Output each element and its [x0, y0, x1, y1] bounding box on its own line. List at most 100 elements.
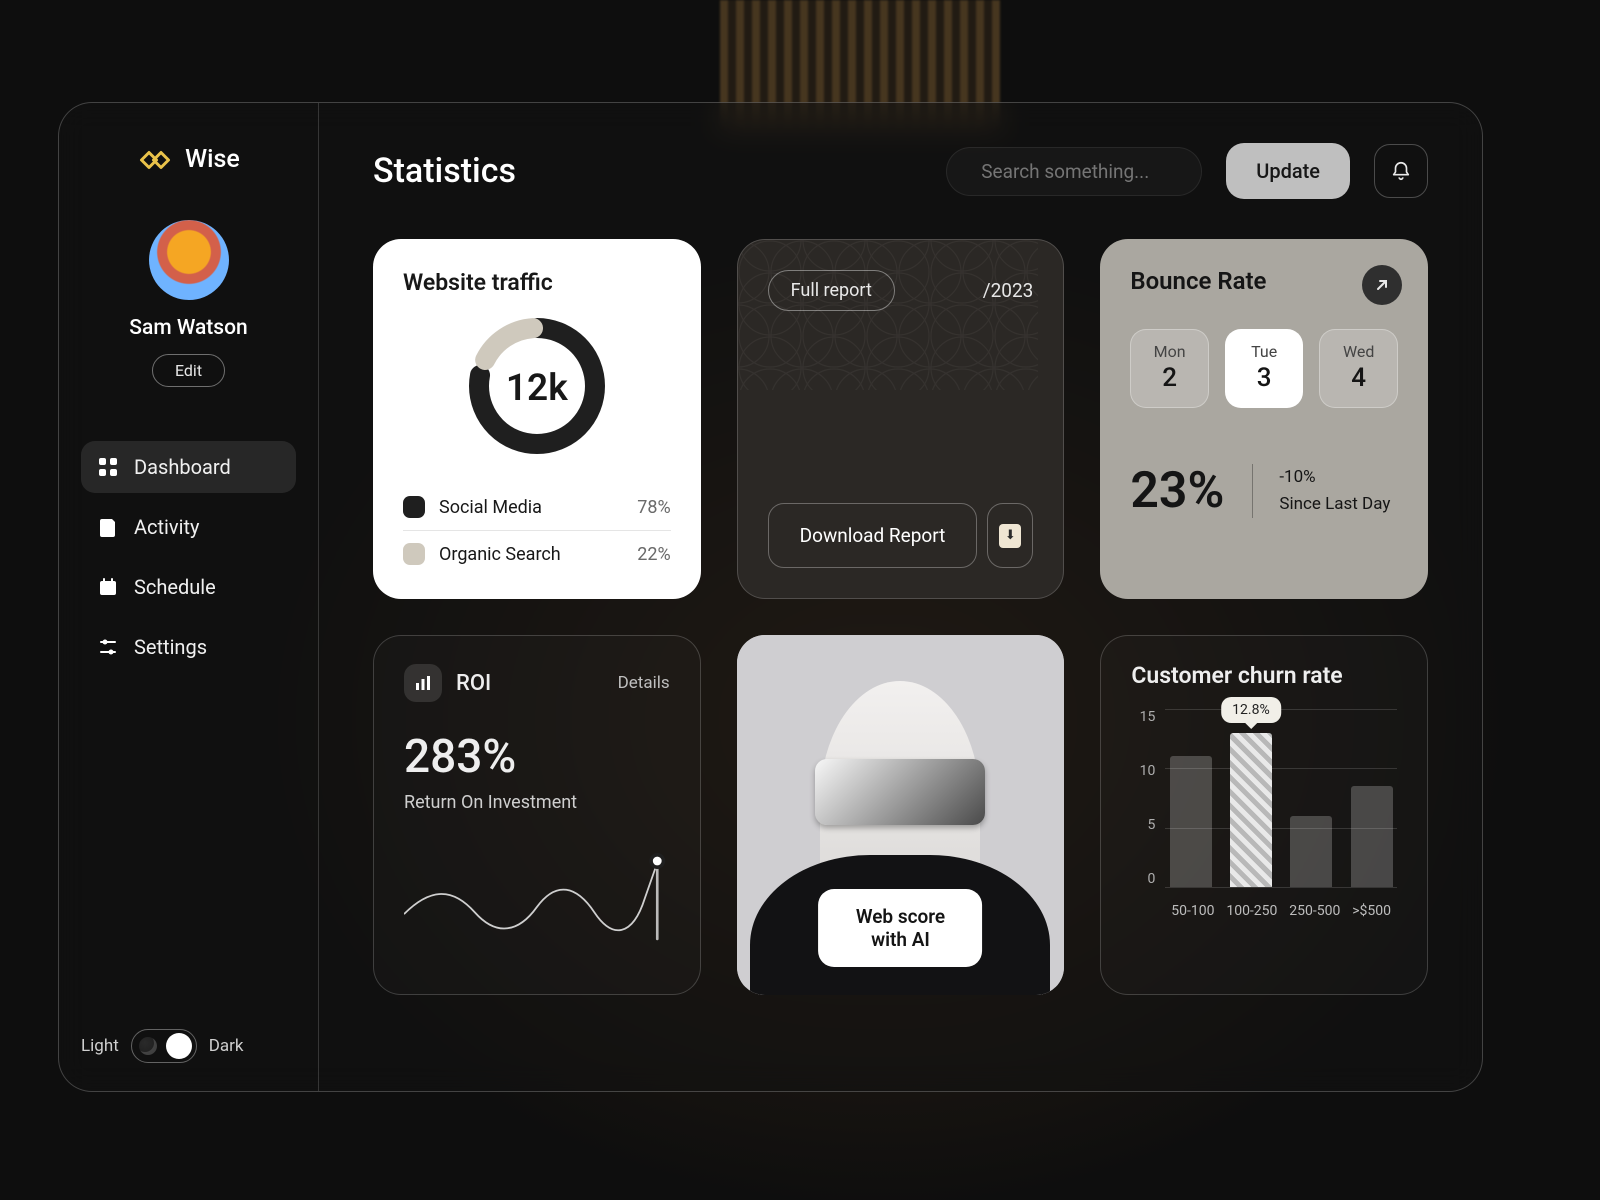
nav-item-settings[interactable]: Settings	[81, 621, 296, 673]
sidebar: Wise Sam Watson Edit Dashboard Activity	[59, 103, 319, 1091]
topbar: Statistics Update	[373, 143, 1428, 199]
traffic-donut: 12k	[457, 306, 617, 470]
bounce-since: Since Last Day	[1279, 491, 1390, 518]
web-score-ai-button[interactable]: Web score with AI	[819, 889, 983, 967]
day-label: Mon	[1131, 342, 1208, 361]
nav-item-dashboard[interactable]: Dashboard	[81, 441, 296, 493]
report-year: /2023	[983, 279, 1034, 302]
nav-label: Schedule	[134, 575, 216, 599]
legend-label: Organic Search	[439, 544, 561, 565]
edit-profile-button[interactable]: Edit	[152, 354, 225, 387]
day-picker: Mon 2 Tue 3 Wed 4	[1130, 329, 1398, 408]
churn-bar[interactable]	[1230, 733, 1272, 887]
churn-bar[interactable]	[1351, 786, 1393, 887]
xtick: >$500	[1352, 903, 1391, 919]
legend-label: Social Media	[439, 497, 542, 518]
card-churn-rate: Customer churn rate 15 10 5 0 12.8%	[1100, 635, 1428, 995]
churn-bar[interactable]	[1290, 816, 1332, 887]
activity-icon	[97, 516, 119, 538]
full-report-pill[interactable]: Full report	[768, 270, 895, 311]
bounce-delta: -10%	[1279, 464, 1390, 491]
theme-dark-label: Dark	[209, 1036, 244, 1056]
card-web-score-ai: Web score with AI	[737, 635, 1065, 995]
bounce-value: 23%	[1130, 462, 1224, 520]
roi-subtitle: Return On Investment	[404, 792, 670, 813]
ai-illustration-visor	[815, 759, 985, 825]
update-button[interactable]: Update	[1226, 143, 1350, 199]
xtick: 50-100	[1171, 903, 1214, 919]
theme-light-label: Light	[81, 1036, 119, 1056]
arrow-up-right-icon	[1374, 277, 1390, 293]
roi-sparkline	[404, 837, 670, 947]
legend-row: Social Media 78%	[403, 484, 671, 530]
day-label: Wed	[1320, 342, 1397, 361]
settings-icon	[97, 636, 119, 658]
legend-value: 78%	[637, 497, 670, 518]
day-option-mon[interactable]: Mon 2	[1130, 329, 1209, 408]
card-website-traffic: Website traffic 12k Social Media 78%	[373, 239, 701, 599]
brand-name: Wise	[185, 145, 240, 174]
logo-icon	[137, 148, 173, 172]
chart-icon	[404, 664, 442, 702]
theme-toggle[interactable]	[131, 1029, 197, 1063]
app-window: Wise Sam Watson Edit Dashboard Activity	[58, 102, 1483, 1092]
day-num: 4	[1320, 363, 1397, 393]
legend-value: 22%	[637, 544, 670, 565]
traffic-title: Website traffic	[403, 269, 671, 296]
nav: Dashboard Activity Schedule Settings	[81, 441, 296, 673]
legend-row: Organic Search 22%	[403, 530, 671, 577]
card-grid: Website traffic 12k Social Media 78%	[373, 239, 1428, 995]
moon-icon	[139, 1037, 157, 1055]
card-roi: ROI Details 283% Return On Investment	[373, 635, 701, 995]
churn-bar[interactable]	[1170, 756, 1212, 887]
notifications-button[interactable]	[1374, 144, 1428, 198]
expand-button[interactable]	[1362, 265, 1402, 305]
churn-y-axis: 15 10 5 0	[1131, 709, 1155, 887]
xtick: 100-250	[1226, 903, 1277, 919]
traffic-legend: Social Media 78% Organic Search 22%	[403, 484, 671, 577]
page-title: Statistics	[373, 151, 516, 191]
swatch-icon	[403, 543, 425, 565]
ytick: 10	[1131, 763, 1155, 779]
traffic-center-value: 12k	[457, 306, 617, 470]
download-icon-button[interactable]: ⬇	[987, 503, 1033, 568]
nav-label: Activity	[134, 515, 199, 539]
day-num: 3	[1226, 363, 1303, 393]
theme-switch: Light Dark	[81, 1029, 296, 1063]
avatar[interactable]	[149, 220, 229, 300]
xtick: 250-500	[1289, 903, 1340, 919]
download-icon: ⬇	[999, 524, 1021, 548]
ytick: 0	[1131, 871, 1155, 887]
roi-details-link[interactable]: Details	[618, 673, 670, 693]
churn-title: Customer churn rate	[1131, 662, 1397, 689]
day-label: Tue	[1226, 342, 1303, 361]
bounce-title: Bounce Rate	[1130, 267, 1398, 295]
nav-item-schedule[interactable]: Schedule	[81, 561, 296, 613]
nav-item-activity[interactable]: Activity	[81, 501, 296, 553]
card-full-report: Full report /2023 Download Report ⬇	[737, 239, 1065, 599]
churn-tooltip: 12.8%	[1221, 697, 1281, 723]
card-bounce-rate: Bounce Rate Mon 2 Tue 3 Wed 4	[1100, 239, 1428, 599]
main: Statistics Update Website traffic 12k	[319, 103, 1482, 1091]
roi-value: 283%	[404, 730, 670, 784]
pattern-icon	[738, 240, 1038, 390]
ytick: 15	[1131, 709, 1155, 725]
roi-title: ROI	[456, 671, 491, 696]
dashboard-icon	[97, 456, 119, 478]
toggle-knob	[166, 1033, 192, 1059]
ytick: 5	[1131, 817, 1155, 833]
bell-icon	[1390, 160, 1412, 182]
swatch-icon	[403, 496, 425, 518]
search-input[interactable]	[981, 160, 1226, 183]
churn-x-axis: 50-100 100-250 250-500 >$500	[1165, 903, 1397, 919]
download-report-button[interactable]: Download Report	[768, 503, 978, 568]
nav-label: Dashboard	[134, 455, 231, 479]
nav-label: Settings	[134, 635, 207, 659]
day-option-tue[interactable]: Tue 3	[1225, 329, 1304, 408]
churn-chart: 15 10 5 0 12.8% 50-100100-250250-500>$50…	[1131, 709, 1397, 919]
day-num: 2	[1131, 363, 1208, 393]
brand: Wise	[81, 145, 296, 174]
user-name: Sam Watson	[81, 316, 296, 340]
day-option-wed[interactable]: Wed 4	[1319, 329, 1398, 408]
search-box[interactable]	[946, 147, 1202, 196]
